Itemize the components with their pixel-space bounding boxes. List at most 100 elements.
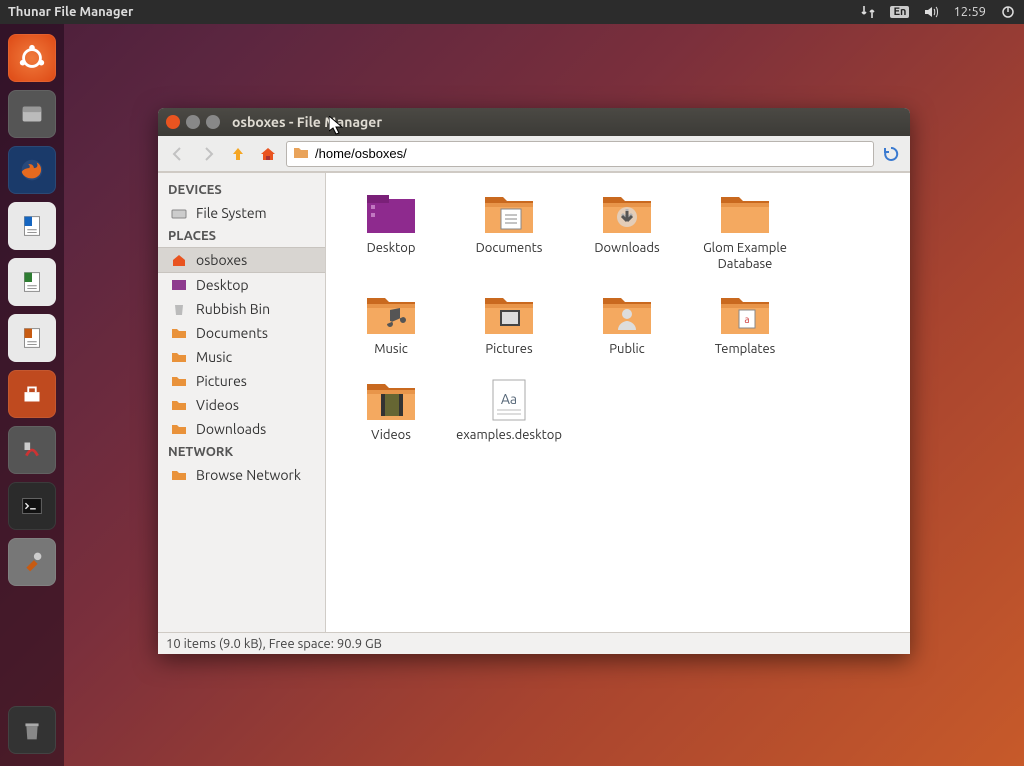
launcher-writer[interactable]: [8, 202, 56, 250]
svg-text:Aa: Aa: [501, 391, 517, 407]
file-item[interactable]: Downloads: [568, 189, 686, 272]
sidebar-item-pictures[interactable]: Pictures: [158, 369, 325, 393]
folder-pics-icon: [483, 290, 535, 338]
file-item[interactable]: a Templates: [686, 290, 804, 358]
launcher-dash[interactable]: [8, 34, 56, 82]
file-item[interactable]: Videos: [332, 376, 450, 444]
file-item[interactable]: Aa examples.desktop: [450, 376, 568, 444]
launcher-calc[interactable]: [8, 258, 56, 306]
file-label: Desktop: [367, 241, 416, 257]
status-text: 10 items (9.0 kB), Free space: 90.9 GB: [166, 637, 382, 651]
launcher-software[interactable]: [8, 370, 56, 418]
file-item[interactable]: Music: [332, 290, 450, 358]
sidebar-item-music[interactable]: Music: [158, 345, 325, 369]
launcher-terminal[interactable]: [8, 482, 56, 530]
file-label: Videos: [371, 428, 411, 444]
textfile-icon: Aa: [483, 376, 535, 424]
drive-icon: [170, 204, 188, 222]
folder-tmpl-icon: a: [719, 290, 771, 338]
unity-launcher: [0, 24, 64, 766]
file-item[interactable]: Pictures: [450, 290, 568, 358]
back-button[interactable]: [166, 142, 190, 166]
file-label: examples.desktop: [456, 428, 562, 444]
file-label: Templates: [715, 342, 776, 358]
sound-indicator-icon[interactable]: [923, 4, 939, 20]
desktop-icon: [170, 276, 188, 294]
window-close-button[interactable]: [166, 115, 180, 129]
keyboard-indicator[interactable]: En: [890, 6, 909, 18]
window-titlebar[interactable]: osboxes - File Manager: [158, 108, 910, 136]
launcher-tools[interactable]: [8, 538, 56, 586]
statusbar: 10 items (9.0 kB), Free space: 90.9 GB: [158, 632, 910, 654]
sidebar-item-downloads[interactable]: Downloads: [158, 417, 325, 441]
path-entry[interactable]: [286, 141, 874, 167]
sidebar-item-documents[interactable]: Documents: [158, 321, 325, 345]
launcher-settings[interactable]: [8, 426, 56, 474]
file-item[interactable]: Public: [568, 290, 686, 358]
top-menubar: Thunar File Manager En 12:59: [0, 0, 1024, 24]
reload-button[interactable]: [880, 143, 902, 165]
launcher-impress[interactable]: [8, 314, 56, 362]
sidebar-item-label: Downloads: [196, 421, 266, 437]
window-maximize-button[interactable]: [206, 115, 220, 129]
file-label: Music: [374, 342, 408, 358]
trash-icon: [170, 300, 188, 318]
session-indicator-icon[interactable]: [1000, 4, 1016, 20]
folder-video-icon: [365, 376, 417, 424]
sidebar-item-home[interactable]: osboxes: [158, 247, 325, 273]
folder-icon: [719, 189, 771, 237]
sidebar-item-label: Browse Network: [196, 467, 301, 483]
file-label: Downloads: [594, 241, 659, 257]
forward-button[interactable]: [196, 142, 220, 166]
folder-music-icon: [365, 290, 417, 338]
sidebar-devices-header: DEVICES: [158, 179, 325, 201]
path-input[interactable]: [315, 146, 867, 161]
sidebar-item-label: osboxes: [196, 252, 247, 268]
folder-public-icon: [601, 290, 653, 338]
launcher-trash[interactable]: [8, 706, 56, 754]
file-label: Pictures: [485, 342, 532, 358]
folder-icon: [170, 466, 188, 484]
folder-icon: [170, 372, 188, 390]
folder-icon: [170, 348, 188, 366]
home-icon: [170, 251, 188, 269]
window-minimize-button[interactable]: [186, 115, 200, 129]
svg-text:a: a: [744, 314, 749, 325]
desktop-folder-icon: [365, 189, 417, 237]
launcher-files[interactable]: [8, 90, 56, 138]
file-item[interactable]: Desktop: [332, 189, 450, 272]
sidebar: DEVICES File System PLACES osboxes Deskt…: [158, 173, 326, 632]
app-title: Thunar File Manager: [8, 5, 133, 19]
icon-view[interactable]: Desktop Documents Downloads Glom Example…: [326, 173, 910, 632]
folder-icon: [293, 144, 309, 163]
network-indicator-icon[interactable]: [860, 4, 876, 20]
file-label: Documents: [476, 241, 543, 257]
up-button[interactable]: [226, 142, 250, 166]
sidebar-item-desktop[interactable]: Desktop: [158, 273, 325, 297]
file-item[interactable]: Documents: [450, 189, 568, 272]
file-item[interactable]: Glom Example Database: [686, 189, 804, 272]
sidebar-places-header: PLACES: [158, 225, 325, 247]
folder-icon: [170, 420, 188, 438]
file-label: Public: [609, 342, 644, 358]
folder-down-icon: [601, 189, 653, 237]
sidebar-item-trash[interactable]: Rubbish Bin: [158, 297, 325, 321]
sidebar-item-label: Pictures: [196, 373, 247, 389]
sidebar-item-network[interactable]: Browse Network: [158, 463, 325, 487]
home-button[interactable]: [256, 142, 280, 166]
sidebar-item-label: Rubbish Bin: [196, 301, 270, 317]
folder-icon: [170, 324, 188, 342]
sidebar-item-label: Desktop: [196, 277, 249, 293]
sidebar-item-label: Videos: [196, 397, 239, 413]
sidebar-item-label: File System: [196, 205, 267, 221]
launcher-firefox[interactable]: [8, 146, 56, 194]
toolbar: [158, 136, 910, 172]
sidebar-item-videos[interactable]: Videos: [158, 393, 325, 417]
sidebar-network-header: NETWORK: [158, 441, 325, 463]
sidebar-item-filesystem[interactable]: File System: [158, 201, 325, 225]
clock[interactable]: 12:59: [953, 5, 986, 19]
window-title: osboxes - File Manager: [232, 114, 382, 130]
file-label: Glom Example Database: [690, 241, 800, 272]
file-manager-window: osboxes - File Manager DEVICES File Syst…: [158, 108, 910, 654]
folder-icon: [170, 396, 188, 414]
